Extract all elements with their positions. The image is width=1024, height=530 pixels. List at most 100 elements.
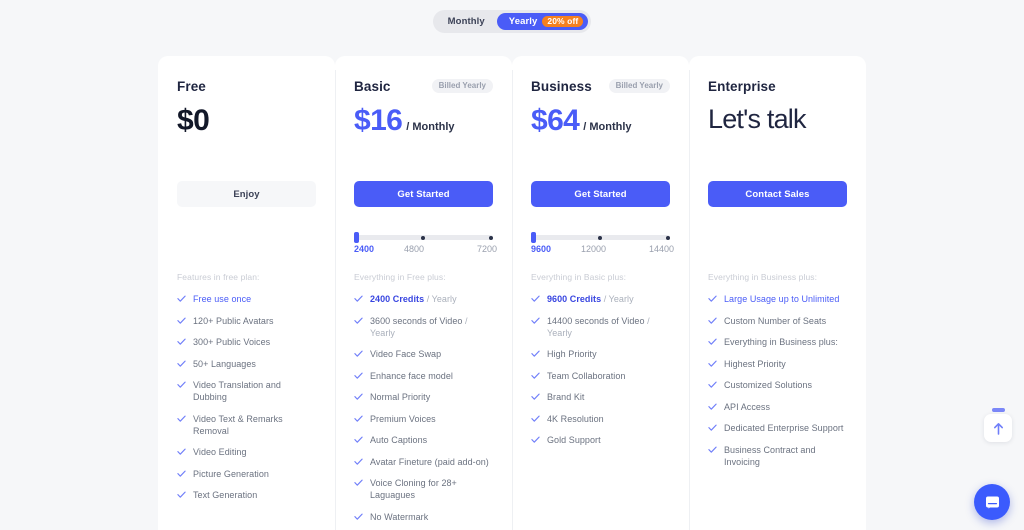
check-icon (177, 338, 186, 345)
features-list: 9600 Credits / Yearly 14400 seconds of V… (531, 293, 670, 446)
billed-yearly-pill: Billed Yearly (431, 79, 493, 93)
feature-item: 14400 seconds of Video / Yearly (531, 315, 670, 339)
feature-label: Video Text & Remarks Removal (193, 413, 283, 436)
feature-item: High Priority (531, 348, 670, 360)
discount-badge: 20% off (542, 15, 584, 28)
slider-tick-max: 7200 (476, 244, 497, 254)
feature-item: Customized Solutions (708, 379, 847, 391)
feature-item: Dedicated Enterprise Support (708, 422, 847, 434)
feature-item: API Access (708, 401, 847, 413)
plan-name: Basic (354, 78, 391, 94)
check-icon (354, 415, 363, 422)
check-icon (531, 372, 540, 379)
plan-name: Enterprise (708, 78, 776, 94)
slider-ticks: 2400 4800 7200 (354, 244, 497, 258)
price-row: $0 (177, 106, 316, 144)
check-icon (531, 415, 540, 422)
feature-item: Brand Kit (531, 391, 670, 403)
check-icon (708, 338, 717, 345)
get-started-button[interactable]: Get Started (531, 181, 670, 207)
billing-toggle[interactable]: Monthly Yearly 20% off (432, 10, 592, 33)
check-icon (708, 403, 717, 410)
slider-dot-end (666, 235, 670, 240)
card-header: Basic Billed Yearly (354, 78, 493, 94)
check-icon (354, 436, 363, 443)
card-header: Free (177, 78, 316, 94)
check-icon (177, 360, 186, 367)
credits-slider[interactable]: 9600 12000 14400 (531, 229, 674, 259)
slider-ticks: 9600 12000 14400 (531, 244, 674, 258)
feature-item: Team Collaboration (531, 370, 670, 382)
slider-tick-value: 2400 (354, 244, 375, 254)
check-icon (177, 295, 186, 302)
feature-item: Auto Captions (354, 434, 493, 446)
slider-tick-mid: 4800 (404, 244, 425, 254)
check-icon (354, 295, 363, 302)
feature-item: 3600 seconds of Video / Yearly (354, 315, 493, 339)
feature-label: Avatar Fineture (paid add-on) (370, 456, 489, 467)
check-icon (708, 360, 717, 367)
plan-price: $16 (354, 104, 403, 137)
credits-slider[interactable]: 2400 4800 7200 (354, 229, 497, 259)
plan-period: / Monthly (406, 121, 455, 133)
check-icon (354, 513, 363, 520)
feature-label: Auto Captions (370, 435, 428, 445)
feature-period: / Yearly (601, 294, 634, 304)
plan-name: Free (177, 78, 206, 94)
feature-item: Highest Priority (708, 358, 847, 370)
feature-label: API Access (724, 401, 771, 412)
feature-credits: 2400 Credits (370, 294, 425, 304)
chat-launcher-button[interactable] (974, 484, 1010, 520)
check-icon (708, 446, 717, 453)
feature-text: 14400 seconds of Video (547, 315, 645, 326)
feature-item: Large Usage up to Unlimited (708, 293, 847, 305)
feature-item: Gold Support (531, 434, 670, 446)
feature-item: Video Text & Remarks Removal (177, 413, 316, 437)
feature-label: Highest Priority (724, 358, 786, 369)
feature-item: Free use once (177, 293, 316, 305)
contact-sales-button[interactable]: Contact Sales (708, 181, 847, 207)
check-icon (354, 393, 363, 400)
toggle-monthly-label: Monthly (447, 16, 485, 27)
slider-dot-end (489, 235, 493, 240)
slider-tick-mid: 12000 (581, 244, 607, 254)
feature-label: Dedicated Enterprise Support (724, 423, 844, 433)
scroll-to-top-button[interactable] (984, 414, 1012, 442)
feature-item: Normal Priority (354, 391, 493, 403)
chat-bubble-icon (985, 496, 999, 509)
feature-label: Gold Support (547, 435, 601, 445)
check-icon (708, 295, 717, 302)
feature-label: Enhance face model (370, 370, 453, 381)
feature-label: 50+ Languages (193, 358, 256, 369)
feature-label: Brand Kit (547, 392, 585, 402)
pricing-card-basic: Basic Billed Yearly $16 / Monthly Get St… (335, 56, 512, 530)
toggle-yearly-label: Yearly (508, 16, 538, 27)
plan-name: Business (531, 78, 592, 94)
pricing-card-list: Free $0 Enjoy Features in free plan: Fre… (158, 56, 866, 530)
get-started-button[interactable]: Get Started (354, 181, 493, 207)
feature-item: 50+ Languages (177, 358, 316, 370)
check-icon (354, 479, 363, 486)
feature-label: Business Contract and Invoicing (724, 444, 816, 467)
check-icon (177, 415, 186, 422)
toggle-option-monthly[interactable]: Monthly (436, 13, 497, 30)
features-header: Everything in Business plus: (708, 272, 818, 282)
feature-item: 4K Resolution (531, 413, 670, 425)
feature-label: Free use once (193, 294, 252, 304)
feature-label: 2400 Credits / Yearly (370, 293, 457, 305)
enjoy-button[interactable]: Enjoy (177, 181, 316, 207)
slider-dot-mid (421, 235, 425, 240)
features-header: Features in free plan: (177, 272, 260, 282)
feature-label: No Watermark (370, 511, 429, 522)
check-icon (708, 424, 717, 431)
slider-knob[interactable] (354, 232, 359, 243)
feature-item: Business Contract and Invoicing (708, 444, 847, 468)
plan-period: / Monthly (583, 121, 632, 133)
feature-label: Large Usage up to Unlimited (724, 294, 840, 304)
feature-label: 120+ Public Avatars (193, 315, 274, 326)
toggle-option-yearly[interactable]: Yearly 20% off (496, 13, 589, 30)
check-icon (354, 350, 363, 357)
slider-knob[interactable] (531, 232, 536, 243)
feature-item: Video Translation and Dubbing (177, 379, 316, 403)
check-icon (177, 317, 186, 324)
